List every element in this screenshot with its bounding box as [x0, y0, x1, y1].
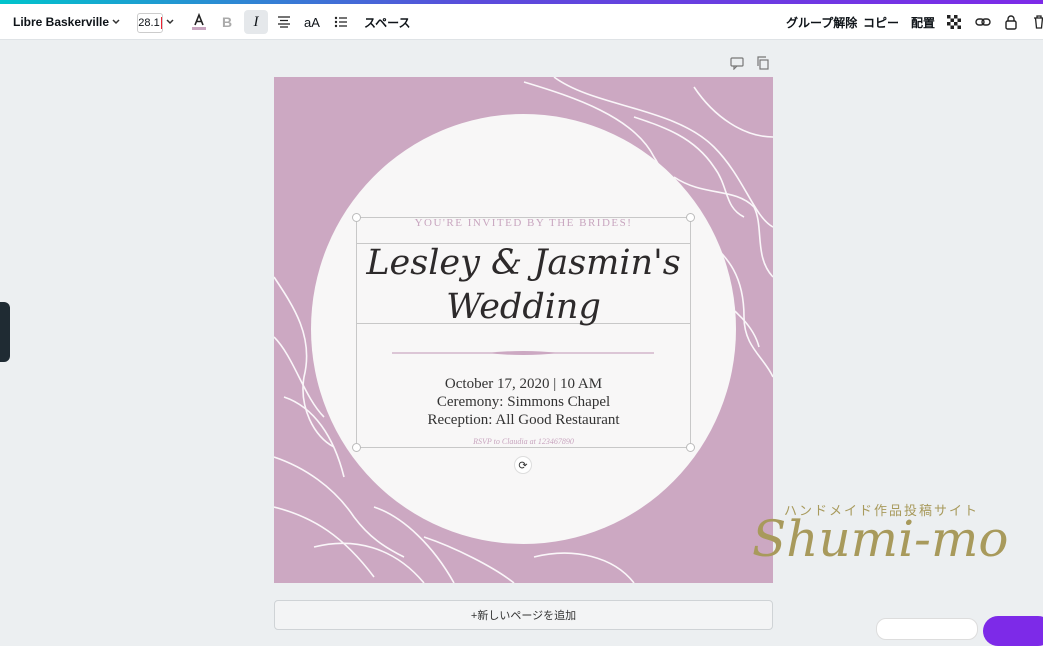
ornament-divider [392, 351, 654, 355]
zoom-control[interactable] [876, 618, 978, 640]
reception-line: Reception: All Good Restaurant [427, 412, 620, 428]
font-family-label: Libre Baskerville [13, 15, 110, 29]
ungroup-button[interactable]: グループ解除 [786, 4, 857, 40]
lock-icon[interactable] [999, 10, 1023, 34]
help-button[interactable] [983, 616, 1043, 646]
event-details: October 17, 2020 | 10 AM Ceremony: Simmo… [356, 375, 691, 429]
comment-icon[interactable] [730, 56, 744, 75]
bold-button[interactable]: B [215, 10, 239, 34]
side-panel-toggle[interactable] [0, 302, 10, 362]
transparency-icon[interactable] [942, 10, 966, 34]
ungroup-label: グループ解除 [786, 15, 858, 30]
font-family-dropdown[interactable]: Libre Baskerville [13, 4, 109, 40]
rotate-icon[interactable]: ⟳ [514, 456, 532, 474]
add-page-label: +新しいページを追加 [470, 610, 577, 622]
ceremony-line: Ceremony: Simmons Chapel [436, 394, 611, 410]
text-color-icon[interactable] [187, 10, 211, 34]
wedding-title[interactable]: Lesley & Jasmin's Wedding [356, 241, 691, 329]
font-size-value: 28.1 [138, 17, 160, 29]
duplicate-icon[interactable] [756, 56, 770, 75]
italic-label: I [253, 13, 259, 30]
copy-button[interactable]: コピー [863, 4, 899, 40]
arrange-label: 配置 [911, 15, 936, 30]
list-icon[interactable] [329, 10, 353, 34]
link-icon[interactable] [971, 10, 995, 34]
text-case-button[interactable]: aA [300, 10, 324, 34]
chevron-down-icon[interactable] [165, 4, 175, 40]
date-line: October 17, 2020 | 10 AM [444, 376, 603, 392]
editor-toolbar: Libre Baskerville 28.1 B I aA スペース グループ解… [0, 4, 1043, 40]
design-canvas[interactable]: YOU'RE INVITED BY THE BRIDES! Lesley & J… [274, 77, 773, 583]
title-line-2: Wedding [446, 287, 601, 327]
title-line-1: Lesley & Jasmin's [366, 243, 681, 283]
arrange-button[interactable]: 配置 [911, 4, 935, 40]
font-size-input[interactable]: 28.1 [137, 13, 163, 33]
trash-icon[interactable] [1027, 10, 1043, 34]
rsvp-line: RSVP to Claudia at 123467890 [473, 437, 574, 446]
copy-label: コピー [863, 15, 900, 30]
spacing-label: スペース [364, 15, 411, 30]
italic-button[interactable]: I [244, 10, 268, 34]
watermark-logo: Shumi-mo [752, 510, 1009, 568]
text-case-label: aA [304, 14, 320, 30]
spacing-button[interactable]: スペース [364, 4, 411, 40]
bold-label: B [221, 14, 233, 30]
invite-line: YOU'RE INVITED BY THE BRIDES! [414, 217, 633, 229]
align-center-icon[interactable] [272, 10, 296, 34]
chevron-down-icon[interactable] [111, 4, 121, 40]
